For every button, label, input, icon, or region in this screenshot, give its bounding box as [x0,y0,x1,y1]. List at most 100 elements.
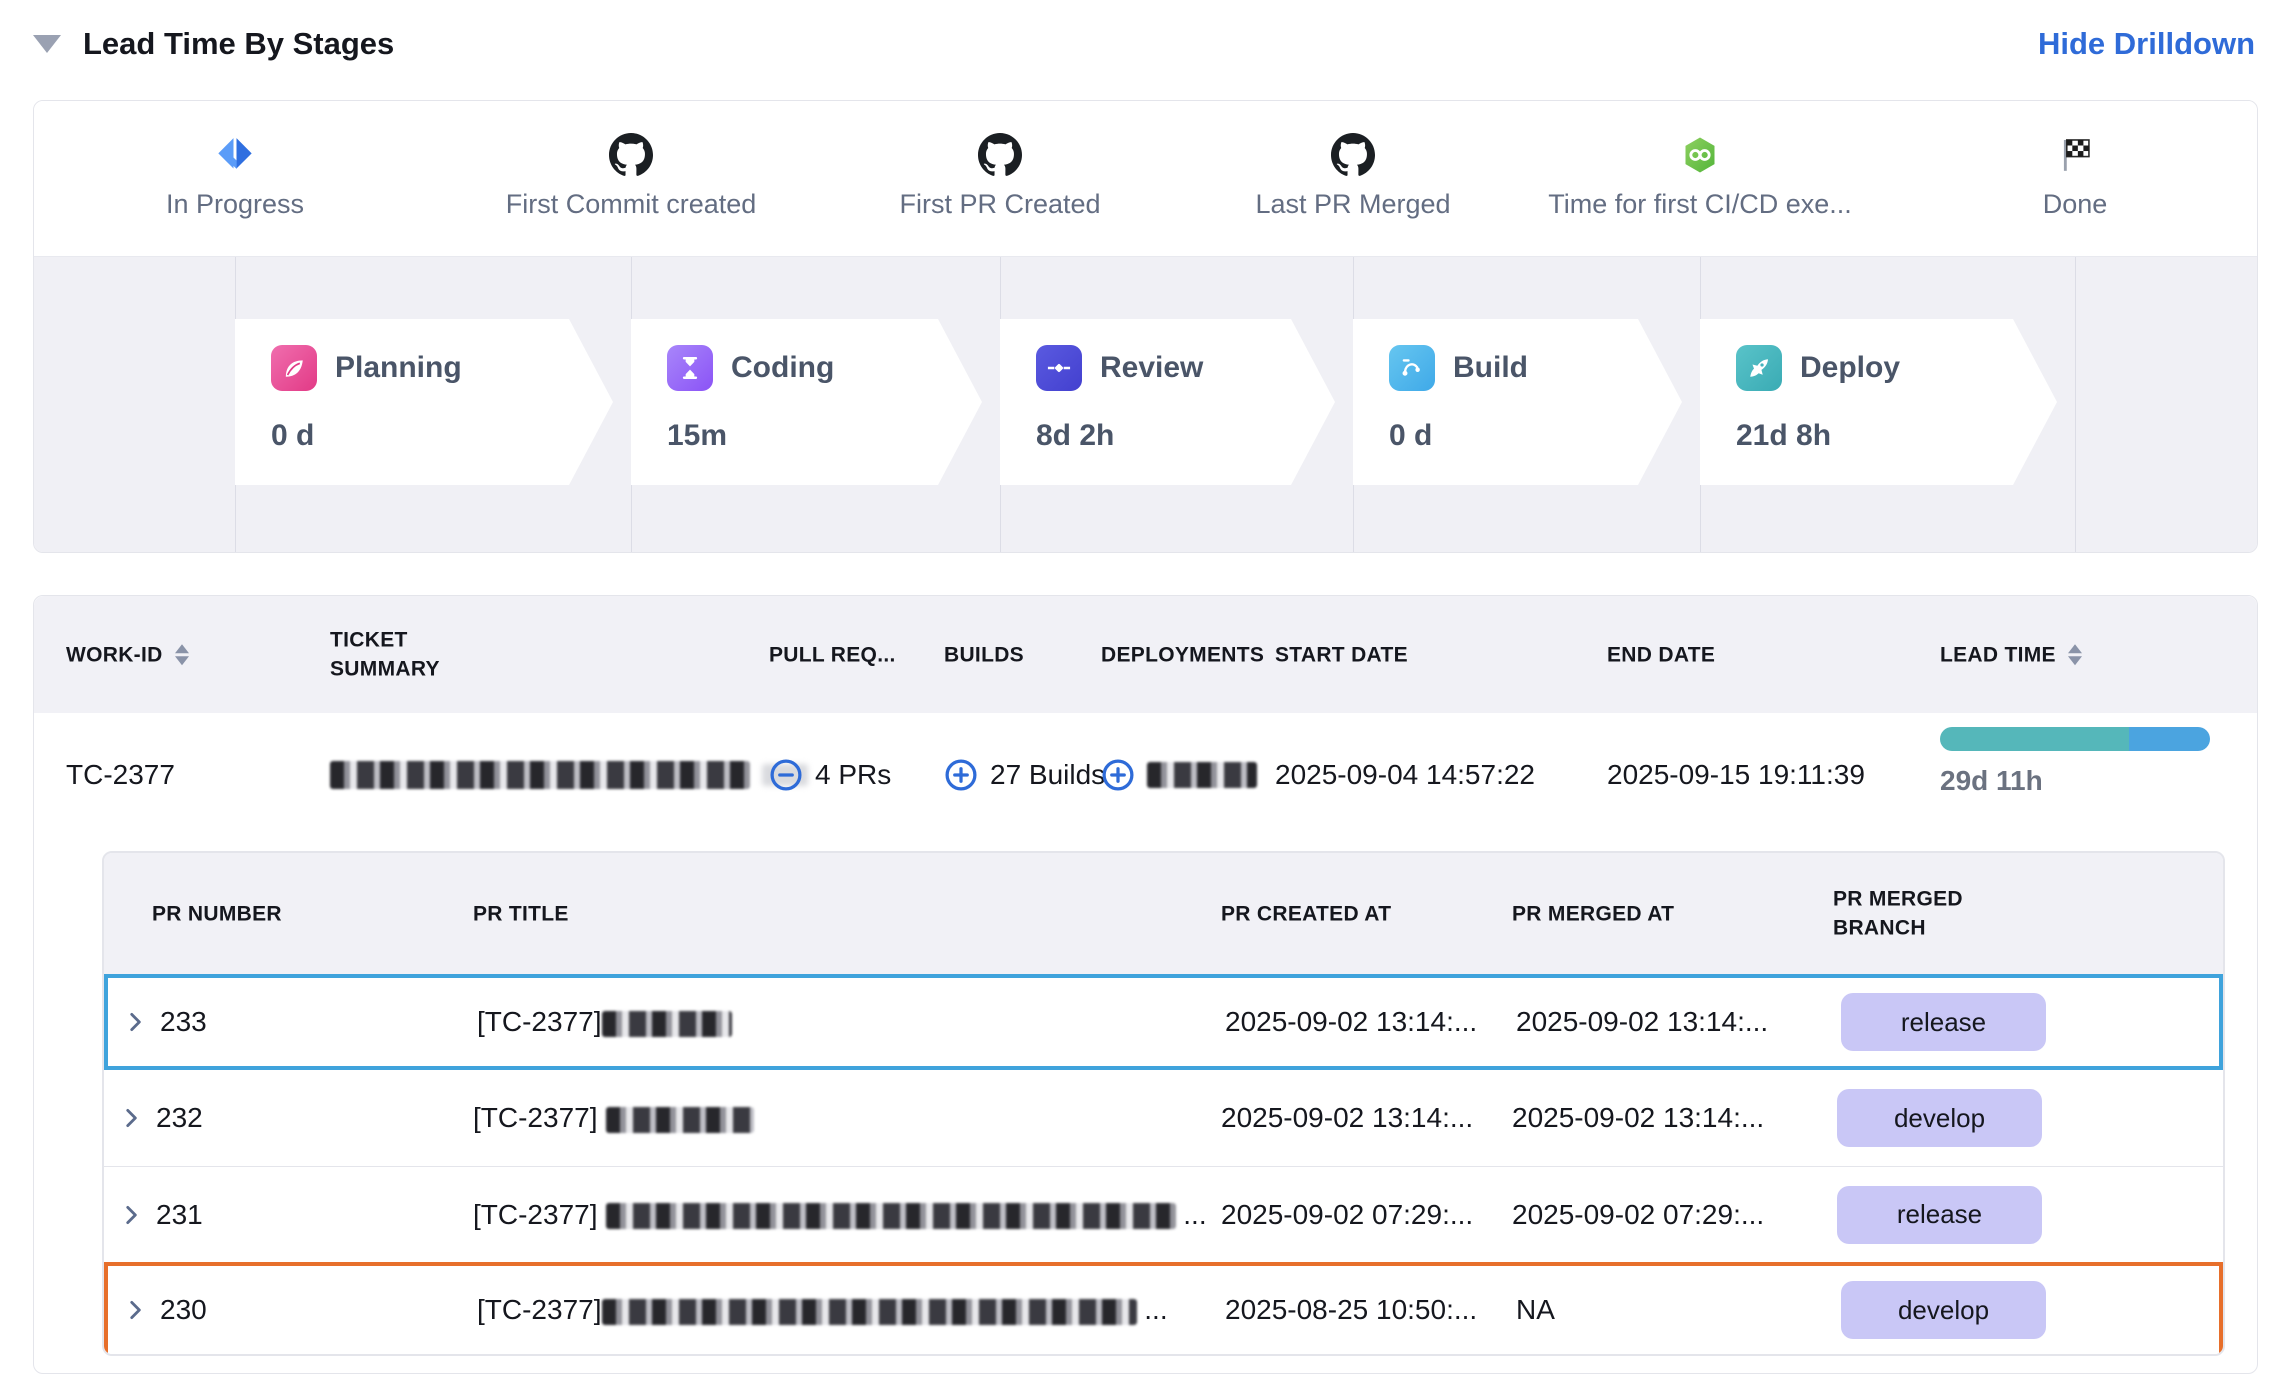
stage-duration: 0 d [271,419,613,453]
pr-number: 232 [156,1102,203,1134]
column-header-pr-title: PR TITLE [473,899,569,928]
column-header-lead-time: LEAD TIME [1940,640,2082,669]
pr-created-at: 2025-08-25 10:50:... [1225,1294,1477,1326]
branch-badge: develop [1841,1281,2046,1339]
work-items-table: WORK-ID TICKET SUMMARY PULL REQ... BUILD… [33,595,2258,1374]
pull-requests-count: 4 PRs [815,759,891,791]
cicd-infinity-icon [1680,131,1720,179]
milestone-label: In Progress [166,189,304,220]
column-header-pr-number: PR NUMBER [152,899,282,928]
stage-duration: 21d 8h [1736,419,2057,453]
planning-icon [271,345,317,391]
github-icon [1331,131,1375,179]
chevron-right-icon[interactable] [118,1105,144,1131]
milestone-last-pr-merged: Last PR Merged [1183,101,1523,220]
pipeline-icon [1389,345,1435,391]
hide-drilldown-link[interactable]: Hide Drilldown [2038,26,2255,62]
pr-table: PR NUMBER PR TITLE PR CREATED AT PR MERG… [102,851,2225,1356]
milestone-label: First Commit created [506,189,757,220]
milestone-label: First PR Created [899,189,1100,220]
pr-created-at: 2025-09-02 07:29:... [1221,1199,1473,1231]
milestone-label: Last PR Merged [1255,189,1450,220]
pr-number: 230 [160,1294,207,1326]
pr-title: [TC-2377] ... [477,1294,1168,1326]
stage-card-build: Build 0 d [1353,319,1682,485]
sort-icon[interactable] [175,644,189,665]
column-header-start-date: START DATE [1275,640,1408,669]
builds-cell[interactable]: 27 Builds [944,758,1105,792]
stage-card-deploy: Deploy 21d 8h [1700,319,2057,485]
builds-count: 27 Builds [990,759,1105,791]
chevron-right-icon[interactable] [122,1297,148,1323]
pr-row-233[interactable]: 233 [TC-2377] 2025-09-02 13:14:... 2025-… [104,974,2223,1070]
end-date-cell: 2025-09-15 19:11:39 [1607,759,1865,791]
lead-time-cell: 29d 11h [1940,727,2210,797]
plus-circle-icon [944,758,978,792]
chevron-right-icon[interactable] [122,1009,148,1035]
pr-title-prefix: [TC-2377] [473,1102,598,1133]
minus-circle-icon [769,758,803,792]
pr-title: [TC-2377] ... [473,1199,1207,1231]
work-item-row[interactable]: TC-2377 4 PRs 27 Builds 2025-09-04 14:57… [34,713,2257,837]
stage-chevron-band: Planning 0 d Coding 15m Revi [34,256,2257,553]
pr-title-prefix: [TC-2377] [477,1294,602,1325]
pr-created-at: 2025-09-02 13:14:... [1225,1006,1477,1038]
stage-name: Build [1453,351,1528,385]
chevron-right-icon[interactable] [118,1202,144,1228]
redacted-text [330,761,750,789]
lead-bar-segment-blue [2129,727,2210,751]
stage-card-coding: Coding 15m [631,319,982,485]
pr-row-230[interactable]: 230 [TC-2377] ... 2025-08-25 10:50:... N… [104,1262,2223,1356]
hourglass-icon [667,345,713,391]
column-label: WORK-ID [66,640,163,669]
page-title: Lead Time By Stages [83,26,394,62]
lead-bar-segment-teal [1940,727,2129,751]
column-header-builds: BUILDS [944,640,1024,669]
pr-title: [TC-2377] [473,1102,754,1134]
github-icon [609,131,653,179]
deployments-cell[interactable] [1101,758,1257,792]
pr-merged-at: NA [1516,1294,1555,1326]
pr-row-232[interactable]: 232 [TC-2377] 2025-09-02 13:14:... 2025-… [104,1070,2223,1166]
pr-merged-at: 2025-09-02 13:14:... [1512,1102,1764,1134]
rocket-icon [1736,345,1782,391]
stage-name: Coding [731,351,834,385]
redacted-text [606,1107,754,1133]
pr-title-prefix: [TC-2377] [477,1006,602,1037]
milestone-cicd: Time for first CI/CD exe... [1530,101,1870,220]
commit-icon [1036,345,1082,391]
milestone-first-pr: First PR Created [830,101,1170,220]
milestone-label: Time for first CI/CD exe... [1548,189,1852,220]
column-header-pr-branch: PR MERGED BRANCH [1833,884,2013,943]
pr-row-231[interactable]: 231 [TC-2377] ... 2025-09-02 07:29:... 2… [104,1166,2223,1262]
column-header-pull-requests: PULL REQ... [769,640,896,669]
stage-card-planning: Planning 0 d [235,319,613,485]
lead-time-drilldown-page: Lead Time By Stages Hide Drilldown In Pr… [0,0,2291,1376]
lead-time-bar [1940,727,2210,751]
sort-icon[interactable] [2068,644,2082,665]
work-table-header: WORK-ID TICKET SUMMARY PULL REQ... BUILD… [34,596,2257,714]
github-icon [978,131,1022,179]
column-label: LEAD TIME [1940,640,2056,669]
redacted-text [1147,762,1257,788]
pr-table-header: PR NUMBER PR TITLE PR CREATED AT PR MERG… [104,853,2223,974]
column-divider [2075,257,2076,553]
column-header-end-date: END DATE [1607,640,1715,669]
branch-badge: release [1837,1186,2042,1244]
redacted-text [606,1203,1176,1229]
pr-title-ellipsis: ... [1144,1294,1167,1325]
collapse-triangle-icon[interactable] [33,35,61,53]
stage-duration: 0 d [1389,419,1682,453]
column-header-pr-created: PR CREATED AT [1221,899,1391,928]
jira-status-icon [215,131,255,179]
pr-number: 233 [160,1006,207,1038]
stage-duration: 8d 2h [1036,419,1335,453]
pr-number: 231 [156,1199,203,1231]
stage-card-review: Review 8d 2h [1000,319,1335,485]
redacted-text [602,1011,732,1037]
milestone-first-commit: First Commit created [461,101,801,220]
milestone-label: Done [2043,189,2108,220]
column-header-ticket-summary: TICKET SUMMARY [330,625,500,684]
pull-requests-cell[interactable]: 4 PRs [769,758,891,792]
milestones-row: In Progress First Commit created First P… [34,101,2257,256]
